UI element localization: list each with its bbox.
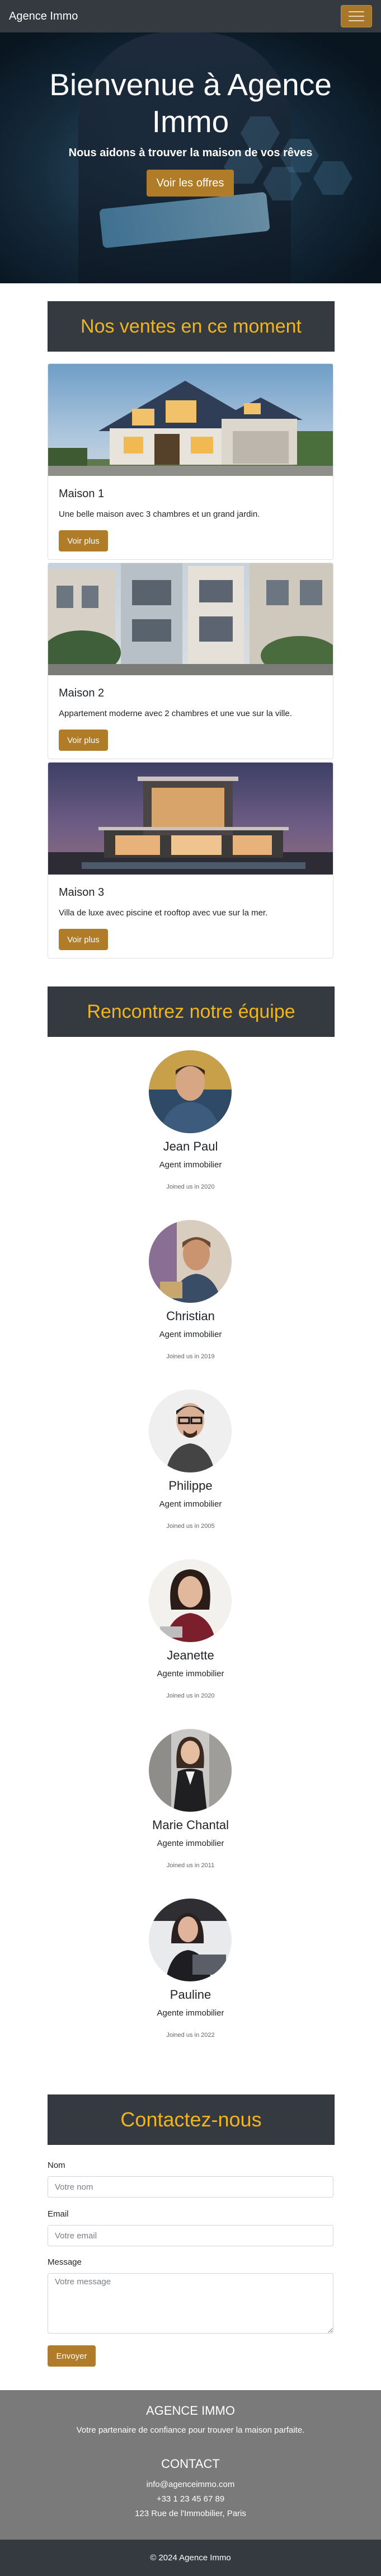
property-image-house-3 — [48, 763, 333, 875]
property-title: Maison 1 — [59, 488, 105, 500]
see-more-button[interactable]: Voir plus — [59, 530, 108, 551]
avatar — [149, 1559, 232, 1642]
footer-address: 123 Rue de l'Immobilier, Paris — [135, 2509, 246, 2518]
brand-logo-text[interactable]: Agence Immo — [9, 10, 78, 23]
message-label: Message — [48, 2257, 82, 2267]
member-joined: Joined us in 2020 — [166, 1693, 215, 1699]
member-role: Agente immobilier — [157, 1669, 224, 1679]
property-card: Maison 3 Villa de luxe avec piscine et r… — [48, 762, 333, 959]
property-image-house-1 — [48, 364, 333, 476]
hero-title: Bienvenue à Agence Immo — [49, 67, 332, 139]
member-name: Jean Paul — [163, 1139, 218, 1153]
property-description: Villa de luxe avec piscine et rooftop av… — [59, 908, 268, 918]
member-name: Christian — [166, 1309, 215, 1323]
send-button[interactable]: Envoyer — [48, 2345, 96, 2367]
hero-subtitle: Nous aidons à trouver la maison de vos r… — [68, 147, 313, 159]
property-image-house-2 — [48, 563, 333, 675]
property-title: Maison 3 — [59, 886, 105, 899]
member-name: Marie Chantal — [152, 1818, 229, 1832]
avatar — [149, 1220, 232, 1303]
property-description: Une belle maison avec 3 chambres et un g… — [59, 509, 260, 519]
message-field[interactable] — [48, 2273, 333, 2334]
member-name: Philippe — [168, 1479, 213, 1493]
hero-banner: Bienvenue à Agence Immo Nous aidons à tr… — [0, 32, 381, 283]
see-more-button[interactable]: Voir plus — [59, 730, 108, 751]
name-label: Nom — [48, 2161, 65, 2170]
team-section-heading: Rencontrez notre équipe — [48, 987, 335, 1037]
avatar — [149, 1050, 232, 1133]
member-role: Agent immobilier — [159, 1330, 222, 1339]
avatar — [149, 1390, 232, 1472]
member-name: Pauline — [170, 1988, 211, 2002]
copyright-bar: © 2024 Agence Immo — [0, 2540, 381, 2576]
member-name: Jeanette — [167, 1648, 214, 1662]
member-joined: Joined us in 2019 — [166, 1353, 215, 1360]
email-label: Email — [48, 2209, 69, 2219]
property-card: Maison 1 Une belle maison avec 3 chambre… — [48, 363, 333, 560]
member-role: Agente immobilier — [157, 2008, 224, 2018]
footer-email[interactable]: info@agenceimmo.com — [0, 2480, 381, 2489]
property-title: Maison 2 — [59, 687, 105, 699]
name-field[interactable] — [48, 2176, 333, 2198]
property-description: Appartement moderne avec 2 chambres et u… — [59, 709, 292, 718]
footer-brand-heading: AGENCE IMMO — [146, 2404, 235, 2418]
member-role: Agent immobilier — [159, 1160, 222, 1170]
member-role: Agente immobilier — [157, 1839, 224, 1848]
footer-tagline: Votre partenaire de confiance pour trouv… — [76, 2425, 305, 2435]
footer: AGENCE IMMO Votre partenaire de confianc… — [0, 2390, 381, 2540]
contact-section-heading: Contactez-nous — [48, 2095, 335, 2145]
see-more-button[interactable]: Voir plus — [59, 929, 108, 950]
hamburger-menu-icon — [349, 11, 364, 12]
view-offers-button[interactable]: Voir les offres — [147, 170, 234, 197]
member-joined: Joined us in 2020 — [166, 1184, 215, 1190]
member-joined: Joined us in 2005 — [166, 1523, 215, 1530]
menu-toggle-button[interactable] — [341, 5, 372, 27]
avatar — [149, 1899, 232, 1981]
member-joined: Joined us in 2022 — [166, 2032, 215, 2039]
sales-section-heading: Nos ventes en ce moment — [48, 301, 335, 352]
member-role: Agent immobilier — [159, 1499, 222, 1509]
email-field[interactable] — [48, 2225, 333, 2246]
footer-contact-heading: CONTACT — [161, 2457, 220, 2471]
navbar: Agence Immo — [0, 0, 381, 32]
member-joined: Joined us in 2011 — [166, 1862, 215, 1869]
property-card: Maison 2 Appartement moderne avec 2 cham… — [48, 563, 333, 759]
avatar — [149, 1729, 232, 1812]
footer-phone[interactable]: +33 1 23 45 67 89 — [0, 2494, 381, 2504]
